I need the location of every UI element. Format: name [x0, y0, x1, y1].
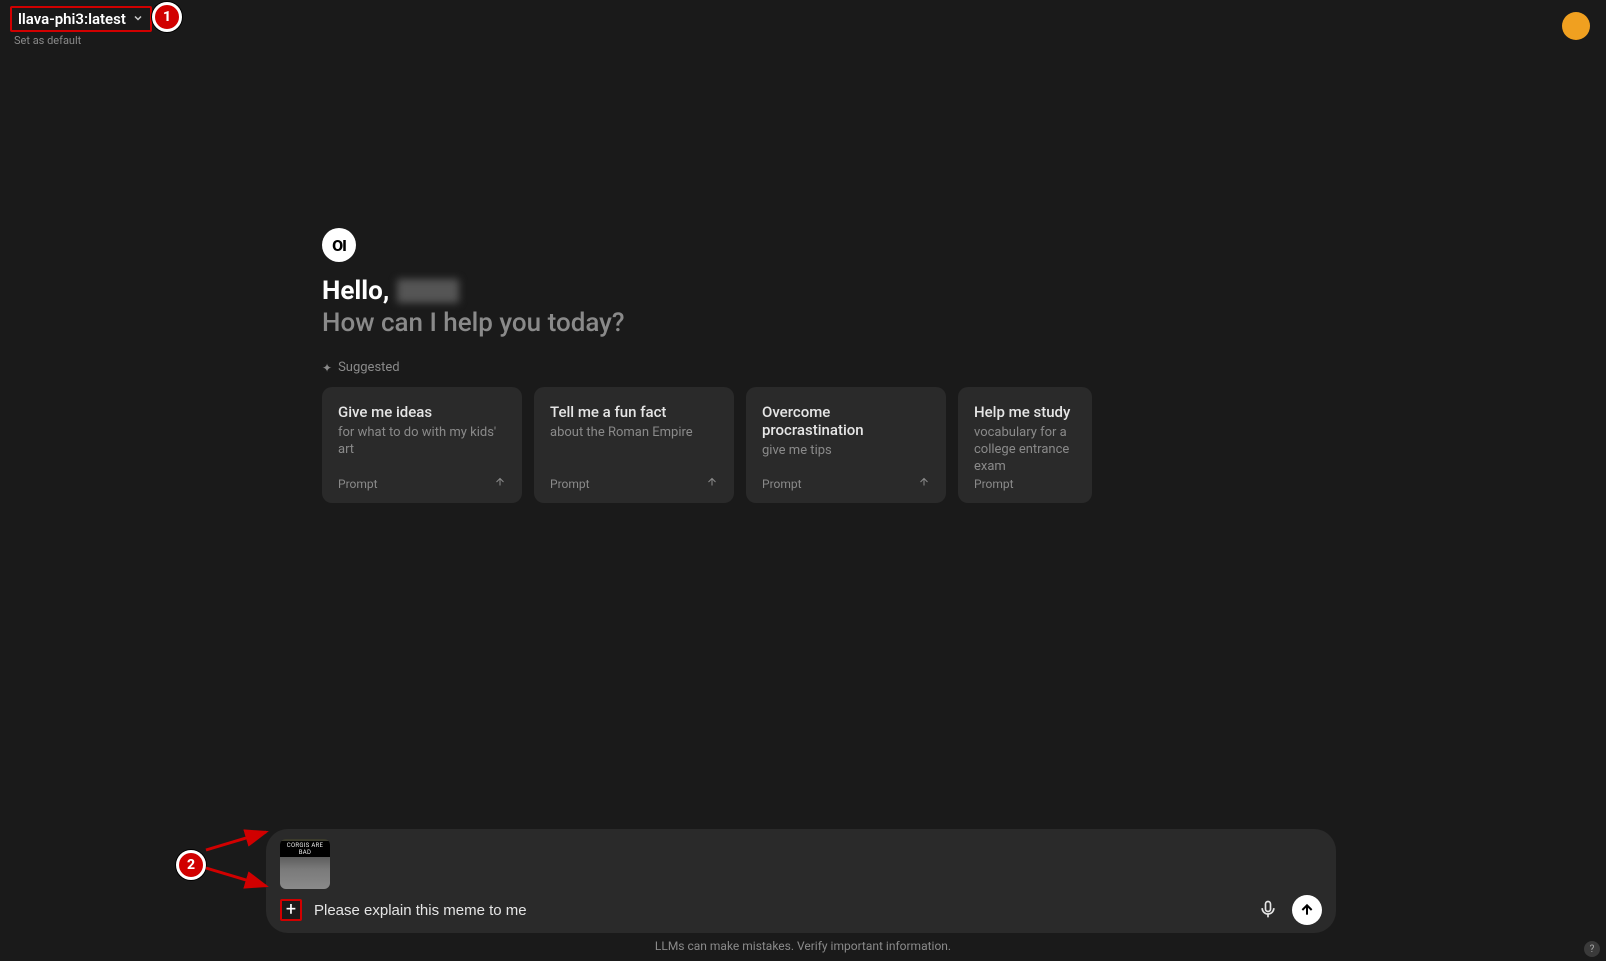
- logo-icon: OI: [322, 228, 356, 262]
- suggested-card[interactable]: Give me ideas for what to do with my kid…: [322, 387, 522, 503]
- model-row: llava-phi3:latest +: [10, 6, 170, 32]
- greeting-sub: How can I help you today?: [322, 308, 1078, 338]
- card-title: Tell me a fun fact: [550, 403, 718, 421]
- model-name: llava-phi3:latest: [18, 10, 126, 28]
- card-footer: Prompt: [550, 476, 718, 491]
- arrow-up-icon: [918, 476, 930, 491]
- topbar: llava-phi3:latest + Set as default: [0, 0, 1606, 47]
- composer: +: [266, 829, 1336, 933]
- model-area: llava-phi3:latest + Set as default: [10, 6, 170, 47]
- set-default-link[interactable]: Set as default: [10, 34, 170, 47]
- suggested-header: ✦ Suggested: [322, 360, 1078, 375]
- avatar[interactable]: [1562, 12, 1590, 40]
- callout-1: 1: [152, 2, 182, 32]
- attachment-row: [280, 839, 1322, 889]
- suggested-label: Suggested: [338, 360, 400, 375]
- mic-button[interactable]: [1258, 899, 1280, 921]
- card-sub: give me tips: [762, 443, 930, 476]
- sparkle-icon: ✦: [322, 361, 332, 375]
- greeting-username-blurred: [397, 279, 459, 303]
- prompt-input[interactable]: [314, 902, 1246, 919]
- suggested-card[interactable]: Overcome procrastination give me tips Pr…: [746, 387, 946, 503]
- help-button[interactable]: ?: [1584, 941, 1600, 957]
- card-tag: Prompt: [974, 477, 1014, 491]
- attachment-thumbnail[interactable]: [280, 839, 330, 889]
- greeting-line: Hello,: [322, 276, 1078, 306]
- card-tag: Prompt: [550, 477, 590, 491]
- model-selector[interactable]: llava-phi3:latest: [10, 6, 152, 32]
- card-sub: for what to do with my kids' art: [338, 425, 506, 476]
- callout-2: 2: [176, 850, 206, 880]
- annotation-arrow-icon: [204, 866, 274, 890]
- suggested-card[interactable]: Tell me a fun fact about the Roman Empir…: [534, 387, 734, 503]
- send-button[interactable]: [1292, 895, 1322, 925]
- card-tag: Prompt: [338, 477, 378, 491]
- annotation-arrow-icon: [204, 828, 274, 852]
- suggested-cards: Give me ideas for what to do with my kid…: [322, 387, 1078, 503]
- card-footer: Prompt: [338, 476, 506, 491]
- attach-button[interactable]: +: [280, 899, 302, 921]
- card-tag: Prompt: [762, 477, 802, 491]
- arrow-up-icon: [494, 476, 506, 491]
- arrow-up-icon: [706, 476, 718, 491]
- card-sub: about the Roman Empire: [550, 425, 718, 476]
- disclaimer: LLMs can make mistakes. Verify important…: [0, 939, 1606, 953]
- center-area: OI Hello, How can I help you today? ✦ Su…: [322, 228, 1078, 503]
- chevron-down-icon: [132, 10, 144, 28]
- suggested-card[interactable]: Help me study vocabulary for a college e…: [958, 387, 1092, 503]
- greeting-hello: Hello,: [322, 276, 389, 306]
- card-footer: Prompt: [762, 476, 930, 491]
- card-title: Overcome procrastination: [762, 403, 930, 439]
- card-sub: vocabulary for a college entrance exam: [974, 425, 1076, 477]
- plus-icon: +: [286, 901, 296, 919]
- card-title: Help me study: [974, 403, 1076, 421]
- card-title: Give me ideas: [338, 403, 506, 421]
- card-footer: Prompt: [974, 477, 1076, 491]
- input-row: +: [280, 895, 1322, 925]
